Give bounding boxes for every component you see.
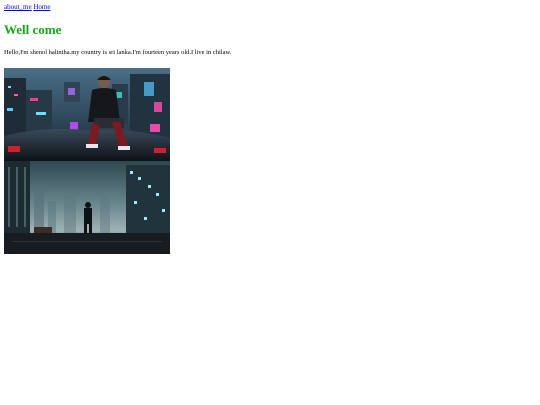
- intro-paragraph: Hello,I'm shenol halintha.my country is …: [4, 49, 232, 56]
- page: about_me Home Well come Hello,I'm shenol…: [0, 0, 540, 254]
- nav-link-about-me[interactable]: about_me: [4, 3, 32, 11]
- photo-foggy-rooftop: [4, 161, 170, 254]
- photo-neon-city-car: [4, 68, 170, 161]
- photo-gallery: [4, 68, 170, 254]
- page-title: Well come: [4, 22, 62, 37]
- top-nav: about_me Home: [4, 3, 536, 12]
- nav-link-home[interactable]: Home: [33, 3, 50, 11]
